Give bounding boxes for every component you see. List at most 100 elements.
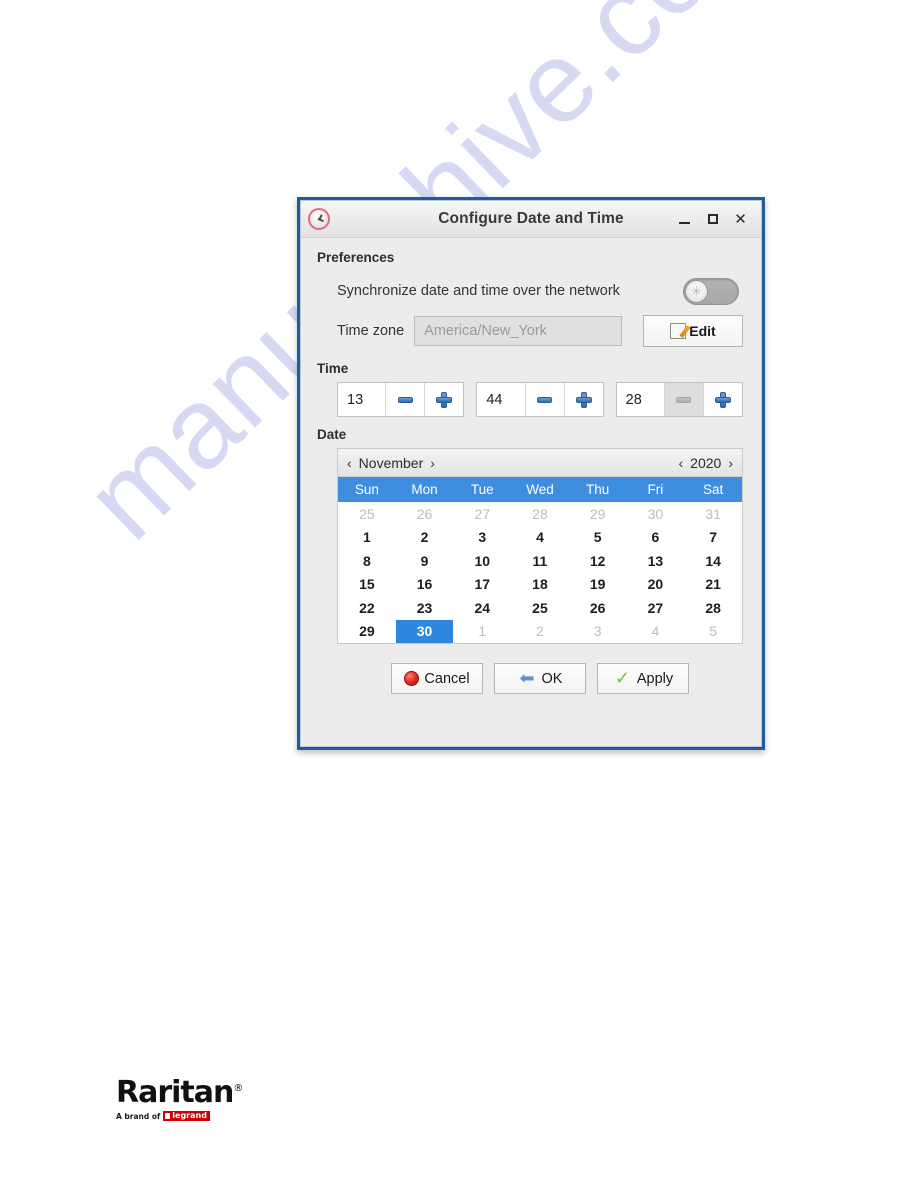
maximize-icon[interactable] <box>705 212 720 227</box>
calendar-day[interactable]: 13 <box>627 549 685 573</box>
calendar-day[interactable]: 24 <box>453 596 511 620</box>
minutes-increment-button[interactable] <box>563 383 603 416</box>
weekday-header-row: Sun Mon Tue Wed Thu Fri Sat <box>338 477 742 502</box>
calendar-day[interactable]: 14 <box>684 549 742 573</box>
calendar-day[interactable]: 31 <box>684 502 742 526</box>
calendar-day[interactable]: 30 <box>627 502 685 526</box>
calendar-day[interactable]: 23 <box>396 596 454 620</box>
calendar-grid: Sun Mon Tue Wed Thu Fri Sat 25 26 27 28 29 30… <box>338 477 742 643</box>
sync-row: Synchronize date and time over the netwo… <box>317 271 745 311</box>
edit-timezone-button[interactable]: Edit <box>643 315 743 347</box>
weekday-header: Fri <box>626 477 685 502</box>
logo-brand-name: Raritan® <box>116 1078 243 1108</box>
calendar-day[interactable]: 22 <box>338 596 396 620</box>
calendar-day[interactable]: 27 <box>627 596 685 620</box>
calendar-day[interactable]: 7 <box>684 526 742 550</box>
minutes-value[interactable]: 44 <box>477 383 525 416</box>
prev-month-icon[interactable]: ‹ <box>347 455 352 471</box>
calendar-day[interactable]: 28 <box>684 596 742 620</box>
year-nav: ‹ 2020 › <box>679 455 734 471</box>
timezone-field[interactable]: America/New_York <box>414 316 623 346</box>
calendar-day[interactable]: 5 <box>569 526 627 550</box>
calendar-day[interactable]: 15 <box>338 573 396 597</box>
calendar-day[interactable]: 28 <box>511 502 569 526</box>
calendar-day[interactable]: 4 <box>627 620 685 644</box>
calendar-day[interactable]: 11 <box>511 549 569 573</box>
cancel-button[interactable]: Cancel <box>391 663 483 694</box>
calendar-day[interactable]: 27 <box>453 502 511 526</box>
calendar-day[interactable]: 1 <box>453 620 511 644</box>
calendar-day[interactable]: 9 <box>396 549 454 573</box>
weekday-header: Sat <box>684 477 742 502</box>
minimize-icon[interactable] <box>677 212 692 227</box>
window-controls: ✕ <box>677 210 761 228</box>
calendar-day[interactable]: 10 <box>453 549 511 573</box>
edit-button-label: Edit <box>689 323 716 339</box>
calendar-day[interactable]: 3 <box>569 620 627 644</box>
current-month-label: November <box>358 454 424 471</box>
hours-decrement-button[interactable] <box>385 383 425 416</box>
hours-value[interactable]: 13 <box>338 383 386 416</box>
calendar-day[interactable]: 26 <box>569 596 627 620</box>
calendar-day[interactable]: 16 <box>396 573 454 597</box>
title-bar[interactable]: Configure Date and Time ✕ <box>301 201 761 238</box>
stop-icon <box>404 671 420 686</box>
timezone-row: Time zone America/New_York Edit <box>317 311 745 351</box>
calendar-day[interactable]: 25 <box>338 502 396 526</box>
hours-spinner[interactable]: 13 <box>337 382 465 417</box>
sync-toggle[interactable] <box>683 277 739 305</box>
calendar-day[interactable]: 5 <box>684 620 742 644</box>
logo-tagline-row: A brand of legrand <box>116 1111 216 1121</box>
prev-year-icon[interactable]: ‹ <box>679 455 684 471</box>
calendar-day-selected[interactable]: 30 <box>395 619 454 643</box>
calendar-header: ‹ November › ‹ 2020 › <box>338 449 742 477</box>
weekday-header: Tue <box>453 477 512 502</box>
seconds-decrement-button[interactable] <box>663 383 703 416</box>
calendar-day[interactable]: 26 <box>396 502 454 526</box>
minutes-decrement-button[interactable] <box>524 383 564 416</box>
apply-button[interactable]: ✓ Apply <box>597 663 689 694</box>
checkmark-icon: ✓ <box>614 667 630 689</box>
calendar-week-row: 22 23 24 25 26 27 28 <box>338 596 742 620</box>
weekday-header: Sun <box>338 477 396 502</box>
calendar-day[interactable]: 4 <box>511 526 569 550</box>
calendar-day[interactable]: 12 <box>569 549 627 573</box>
calendar-day[interactable]: 29 <box>338 620 396 644</box>
minus-icon <box>397 396 413 403</box>
calendar-day[interactable]: 19 <box>569 573 627 597</box>
calendar-day[interactable]: 21 <box>684 573 742 597</box>
calendar-day[interactable]: 6 <box>627 526 685 550</box>
logo-brand-text: Raritan <box>116 1075 234 1110</box>
next-year-icon[interactable]: › <box>728 455 733 471</box>
dialog-inner-frame: Configure Date and Time ✕ Preferences Sy… <box>300 200 762 747</box>
toggle-knob <box>685 279 708 303</box>
calendar-week-row: 29 30 1 2 3 4 5 <box>338 619 742 644</box>
calendar-day[interactable]: 20 <box>627 573 685 597</box>
ok-button[interactable]: ⬅ OK <box>494 663 586 694</box>
calendar-day[interactable]: 1 <box>338 526 396 550</box>
next-month-icon[interactable]: › <box>430 455 435 471</box>
minutes-spinner[interactable]: 44 <box>476 382 604 417</box>
seconds-increment-button[interactable] <box>702 383 742 416</box>
calendar-body: 25 26 27 28 29 30 31 1 2 3 4 5 6 7 8 9 10 11 12 13 14 15 16 17 1… <box>338 502 742 643</box>
cancel-button-label: Cancel <box>424 670 470 687</box>
seconds-value[interactable]: 28 <box>616 383 664 416</box>
seconds-spinner[interactable]: 28 <box>615 382 743 417</box>
minus-icon <box>537 396 553 403</box>
calendar-day[interactable]: 2 <box>511 620 569 644</box>
preferences-section-label: Preferences <box>317 250 395 265</box>
plus-icon <box>436 391 453 408</box>
calendar-day[interactable]: 17 <box>453 573 511 597</box>
hours-increment-button[interactable] <box>424 383 464 416</box>
minus-icon <box>676 396 692 403</box>
close-icon[interactable]: ✕ <box>733 210 748 228</box>
timezone-label: Time zone <box>337 323 405 339</box>
calendar-day[interactable]: 18 <box>511 573 569 597</box>
plus-icon <box>714 391 731 408</box>
calendar-day[interactable]: 8 <box>338 549 396 573</box>
calendar-day[interactable]: 2 <box>396 526 454 550</box>
calendar-day[interactable]: 29 <box>569 502 627 526</box>
calendar-day[interactable]: 25 <box>511 596 569 620</box>
calendar-day[interactable]: 3 <box>453 526 511 550</box>
legrand-mark-icon <box>165 1113 171 1119</box>
